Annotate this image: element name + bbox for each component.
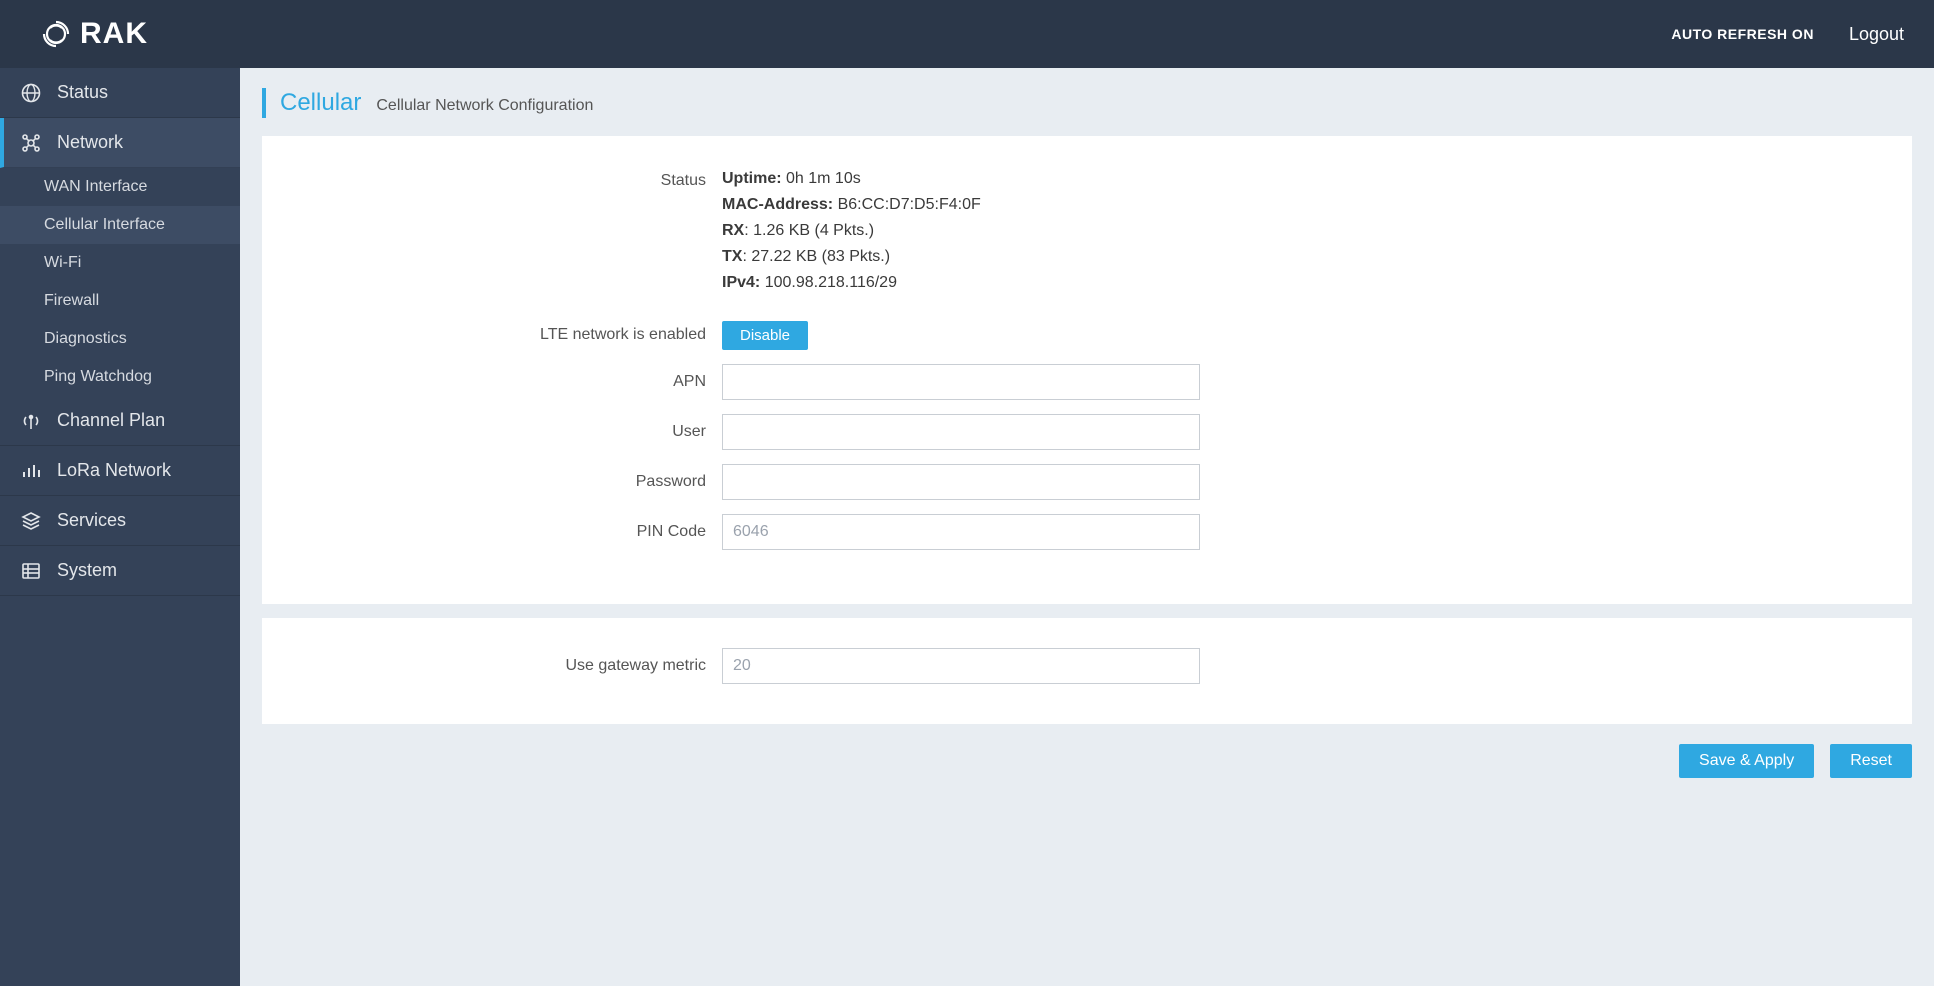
sidebar-sub-diagnostics[interactable]: Diagnostics [0, 320, 240, 358]
page-title-bar: Cellular Cellular Network Configuration [262, 88, 1912, 118]
pin-input[interactable] [722, 514, 1200, 550]
sidebar-item-system[interactable]: System [0, 546, 240, 596]
sidebar-sub-label: Cellular Interface [44, 216, 165, 233]
tx-key: TX [722, 248, 742, 265]
reset-button[interactable]: Reset [1830, 744, 1912, 778]
bars-icon [20, 461, 42, 481]
uptime-value: 0h 1m 10s [786, 170, 861, 187]
lte-enabled-label: LTE network is enabled [292, 320, 722, 350]
sidebar-sub-label: WAN Interface [44, 178, 147, 195]
sidebar-sub-cellular-interface[interactable]: Cellular Interface [0, 206, 240, 244]
page-title: Cellular [280, 88, 361, 118]
sidebar-item-label: Channel Plan [57, 410, 165, 431]
sidebar-sub-label: Ping Watchdog [44, 368, 152, 385]
user-label: User [292, 417, 722, 447]
user-input[interactable] [722, 414, 1200, 450]
status-block: Uptime: 0h 1m 10s MAC-Address: B6:CC:D7:… [722, 166, 1200, 296]
sidebar-item-status[interactable]: Status [0, 68, 240, 118]
pin-label: PIN Code [292, 517, 722, 547]
header: RAK AUTO REFRESH ON Logout [0, 0, 1934, 68]
disable-lte-button[interactable]: Disable [722, 321, 808, 350]
sidebar-item-label: Status [57, 82, 108, 103]
rx-value: : 1.26 KB (4 Pkts.) [744, 222, 874, 239]
sidebar-item-label: LoRa Network [57, 460, 171, 481]
rx-key: RX [722, 222, 744, 239]
uptime-key: Uptime: [722, 170, 782, 187]
sidebar-sub-label: Diagnostics [44, 330, 127, 347]
sidebar-sub-wifi[interactable]: Wi-Fi [0, 244, 240, 282]
sidebar: Status Network WAN Interface Cellular In… [0, 68, 240, 986]
save-apply-button[interactable]: Save & Apply [1679, 744, 1814, 778]
mac-value: B6:CC:D7:D5:F4:0F [838, 196, 981, 213]
cellular-config-card: Status Uptime: 0h 1m 10s MAC-Address: B6… [262, 136, 1912, 604]
password-label: Password [292, 467, 722, 497]
tx-value: : 27.22 KB (83 Pkts.) [742, 248, 890, 265]
page-subtitle: Cellular Network Configuration [376, 91, 593, 121]
sidebar-sub-label: Firewall [44, 292, 99, 309]
sidebar-item-lora-network[interactable]: LoRa Network [0, 446, 240, 496]
gateway-metric-input[interactable] [722, 648, 1200, 684]
sidebar-item-label: Network [57, 132, 123, 153]
globe-icon [20, 83, 42, 103]
sidebar-sub-firewall[interactable]: Firewall [0, 282, 240, 320]
sidebar-subitems-network: WAN Interface Cellular Interface Wi-Fi F… [0, 168, 240, 396]
sidebar-item-channel-plan[interactable]: Channel Plan [0, 396, 240, 446]
apn-label: APN [292, 367, 722, 397]
brand-logo: RAK [40, 17, 148, 51]
grid-icon [20, 561, 42, 581]
network-icon [20, 133, 42, 153]
sidebar-sub-label: Wi-Fi [44, 254, 81, 271]
form-actions: Save & Apply Reset [262, 738, 1912, 778]
sidebar-item-label: Services [57, 510, 126, 531]
sidebar-item-label: System [57, 560, 117, 581]
header-right: AUTO REFRESH ON Logout [1671, 24, 1904, 45]
password-input[interactable] [722, 464, 1200, 500]
gateway-metric-label: Use gateway metric [292, 651, 722, 681]
sidebar-item-services[interactable]: Services [0, 496, 240, 546]
gateway-metric-card: Use gateway metric [262, 618, 1912, 724]
ipv4-value: 100.98.218.116/29 [765, 274, 897, 291]
stack-icon [20, 511, 42, 531]
sidebar-item-network[interactable]: Network [0, 118, 240, 168]
status-label: Status [292, 166, 722, 196]
auto-refresh-toggle[interactable]: AUTO REFRESH ON [1671, 26, 1814, 42]
sidebar-sub-ping-watchdog[interactable]: Ping Watchdog [0, 358, 240, 396]
ipv4-key: IPv4: [722, 274, 760, 291]
mac-key: MAC-Address: [722, 196, 833, 213]
apn-input[interactable] [722, 364, 1200, 400]
logout-link[interactable]: Logout [1849, 24, 1904, 45]
sidebar-sub-wan-interface[interactable]: WAN Interface [0, 168, 240, 206]
brand-text: RAK [80, 17, 148, 51]
brand-logo-icon [40, 18, 72, 50]
antenna-icon [20, 411, 42, 431]
main-content: Cellular Cellular Network Configuration … [240, 68, 1934, 986]
